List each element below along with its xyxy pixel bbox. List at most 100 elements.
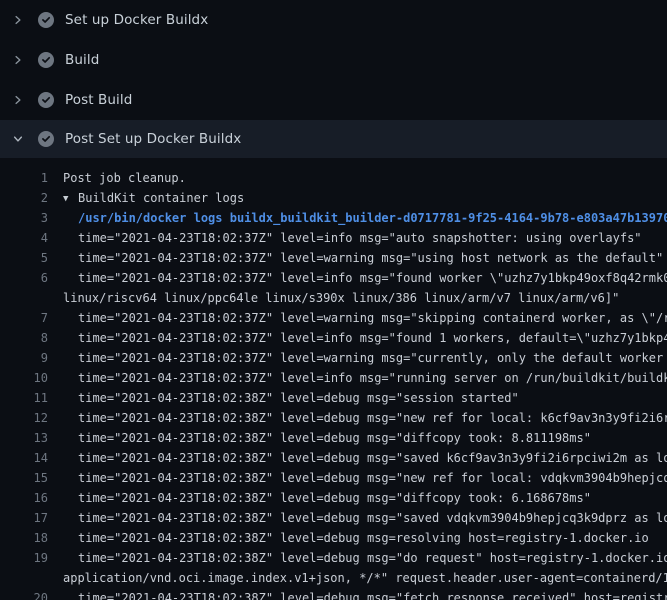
line-text: application/vnd.oci.image.index.v1+json,… <box>63 568 667 588</box>
line-number[interactable]: 9 <box>0 348 48 368</box>
step-label: Build <box>65 52 99 68</box>
line-text-content: time="2021-04-23T18:02:38Z" level=debug … <box>78 451 667 465</box>
line-number[interactable]: 3 <box>0 208 48 228</box>
check-circle-icon <box>38 92 54 108</box>
line-text: time="2021-04-23T18:02:38Z" level=debug … <box>63 548 667 568</box>
line-text-content: time="2021-04-23T18:02:37Z" level=info m… <box>78 371 667 385</box>
line-number[interactable] <box>0 288 48 308</box>
log-line: 13 time="2021-04-23T18:02:38Z" level=deb… <box>0 428 667 448</box>
line-number[interactable]: 20 <box>0 588 48 600</box>
line-number[interactable]: 8 <box>0 328 48 348</box>
line-number[interactable]: 4 <box>0 228 48 248</box>
line-number[interactable]: 19 <box>0 548 48 568</box>
line-number[interactable]: 11 <box>0 388 48 408</box>
step-label: Post Build <box>65 92 132 108</box>
line-number[interactable]: 7 <box>0 308 48 328</box>
log-line: 15 time="2021-04-23T18:02:38Z" level=deb… <box>0 468 667 488</box>
line-number[interactable]: 5 <box>0 248 48 268</box>
line-text: time="2021-04-23T18:02:38Z" level=debug … <box>63 448 667 468</box>
log-line: 14 time="2021-04-23T18:02:38Z" level=deb… <box>0 448 667 468</box>
line-text: time="2021-04-23T18:02:37Z" level=info m… <box>63 228 667 248</box>
line-text-content: time="2021-04-23T18:02:38Z" level=debug … <box>78 531 649 545</box>
check-circle-icon <box>38 12 54 28</box>
line-text-content: /usr/bin/docker logs buildx_buildkit_bui… <box>78 211 667 225</box>
line-text-content: application/vnd.oci.image.index.v1+json,… <box>63 571 667 585</box>
line-text-content: Post job cleanup. <box>63 171 186 185</box>
line-number[interactable]: 1 <box>0 168 48 188</box>
step-row[interactable]: Post Build <box>0 80 667 120</box>
log-line: 18 time="2021-04-23T18:02:38Z" level=deb… <box>0 528 667 548</box>
log-line: 12 time="2021-04-23T18:02:38Z" level=deb… <box>0 408 667 428</box>
line-number[interactable]: 12 <box>0 408 48 428</box>
log-line: 1 Post job cleanup. <box>0 168 667 188</box>
log-line: application/vnd.oci.image.index.v1+json,… <box>0 568 667 588</box>
line-text-content: time="2021-04-23T18:02:37Z" level=warnin… <box>78 351 667 365</box>
log-line: linux/riscv64 linux/ppc64le linux/s390x … <box>0 288 667 308</box>
log-line: 7 time="2021-04-23T18:02:37Z" level=warn… <box>0 308 667 328</box>
line-text: time="2021-04-23T18:02:38Z" level=debug … <box>63 508 667 528</box>
chevron-right-icon[interactable] <box>12 14 26 26</box>
line-text: time="2021-04-23T18:02:37Z" level=info m… <box>63 268 667 288</box>
line-text: ▼BuildKit container logs <box>63 188 667 208</box>
line-number[interactable]: 13 <box>0 428 48 448</box>
line-text: time="2021-04-23T18:02:38Z" level=debug … <box>63 528 667 548</box>
line-text: time="2021-04-23T18:02:37Z" level=warnin… <box>63 308 667 328</box>
line-text: time="2021-04-23T18:02:38Z" level=debug … <box>63 488 667 508</box>
line-number[interactable]: 6 <box>0 268 48 288</box>
line-text: time="2021-04-23T18:02:38Z" level=debug … <box>63 588 667 600</box>
line-text-content: time="2021-04-23T18:02:37Z" level=info m… <box>78 331 667 345</box>
line-text: linux/riscv64 linux/ppc64le linux/s390x … <box>63 288 667 308</box>
line-text-content: linux/riscv64 linux/ppc64le linux/s390x … <box>63 291 619 305</box>
log-line: 5 time="2021-04-23T18:02:37Z" level=warn… <box>0 248 667 268</box>
chevron-right-icon[interactable] <box>12 54 26 66</box>
step-list: Set up Docker Buildx Build <box>0 0 667 158</box>
chevron-down-icon[interactable] <box>12 133 26 145</box>
line-text-content: time="2021-04-23T18:02:38Z" level=debug … <box>78 491 591 505</box>
line-number[interactable]: 16 <box>0 488 48 508</box>
log-line: 2 ▼BuildKit container logs <box>0 188 667 208</box>
line-text-content: time="2021-04-23T18:02:38Z" level=debug … <box>78 411 667 425</box>
log-panel: 1 Post job cleanup. 2 ▼BuildKit containe… <box>0 158 667 600</box>
line-text: time="2021-04-23T18:02:38Z" level=debug … <box>63 408 667 428</box>
actions-log-viewer: Set up Docker Buildx Build <box>0 0 667 600</box>
step-row[interactable]: Build <box>0 40 667 80</box>
line-text-content: time="2021-04-23T18:02:38Z" level=debug … <box>78 391 519 405</box>
log-line: 16 time="2021-04-23T18:02:38Z" level=deb… <box>0 488 667 508</box>
check-circle-icon <box>38 52 54 68</box>
chevron-right-icon[interactable] <box>12 94 26 106</box>
line-text: time="2021-04-23T18:02:37Z" level=warnin… <box>63 248 667 268</box>
line-text: time="2021-04-23T18:02:37Z" level=warnin… <box>63 348 667 368</box>
line-text: /usr/bin/docker logs buildx_buildkit_bui… <box>63 208 667 228</box>
line-number[interactable] <box>0 568 48 588</box>
line-text-content: time="2021-04-23T18:02:37Z" level=warnin… <box>78 251 663 265</box>
line-number[interactable]: 2 <box>0 188 48 208</box>
line-number[interactable]: 14 <box>0 448 48 468</box>
check-circle-icon <box>38 131 54 147</box>
line-text-content: time="2021-04-23T18:02:38Z" level=debug … <box>78 591 667 600</box>
line-text: Post job cleanup. <box>63 168 667 188</box>
step-row[interactable]: Set up Docker Buildx <box>0 0 667 40</box>
line-text: time="2021-04-23T18:02:37Z" level=info m… <box>63 328 667 348</box>
line-number[interactable]: 10 <box>0 368 48 388</box>
line-text: time="2021-04-23T18:02:37Z" level=info m… <box>63 368 667 388</box>
log-line: 6 time="2021-04-23T18:02:37Z" level=info… <box>0 268 667 288</box>
step-label: Post Set up Docker Buildx <box>65 131 241 147</box>
log-line: 17 time="2021-04-23T18:02:38Z" level=deb… <box>0 508 667 528</box>
log-line: 10 time="2021-04-23T18:02:37Z" level=inf… <box>0 368 667 388</box>
line-text-content: time="2021-04-23T18:02:38Z" level=debug … <box>78 551 667 565</box>
line-text: time="2021-04-23T18:02:38Z" level=debug … <box>63 468 667 488</box>
log-line: 11 time="2021-04-23T18:02:38Z" level=deb… <box>0 388 667 408</box>
line-number[interactable]: 15 <box>0 468 48 488</box>
line-text-content: time="2021-04-23T18:02:38Z" level=debug … <box>78 471 667 485</box>
log-line: 3 /usr/bin/docker logs buildx_buildkit_b… <box>0 208 667 228</box>
line-number[interactable]: 17 <box>0 508 48 528</box>
line-number[interactable]: 18 <box>0 528 48 548</box>
log-line: 20 time="2021-04-23T18:02:38Z" level=deb… <box>0 588 667 600</box>
line-text-content: time="2021-04-23T18:02:38Z" level=debug … <box>78 431 591 445</box>
line-text-content: time="2021-04-23T18:02:37Z" level=info m… <box>78 231 642 245</box>
line-text-content: time="2021-04-23T18:02:37Z" level=info m… <box>78 271 667 285</box>
line-text-content: time="2021-04-23T18:02:38Z" level=debug … <box>78 511 667 525</box>
step-row[interactable]: Post Set up Docker Buildx <box>0 120 667 158</box>
collapse-triangle-icon[interactable]: ▼ <box>63 189 78 208</box>
log-line: 4 time="2021-04-23T18:02:37Z" level=info… <box>0 228 667 248</box>
